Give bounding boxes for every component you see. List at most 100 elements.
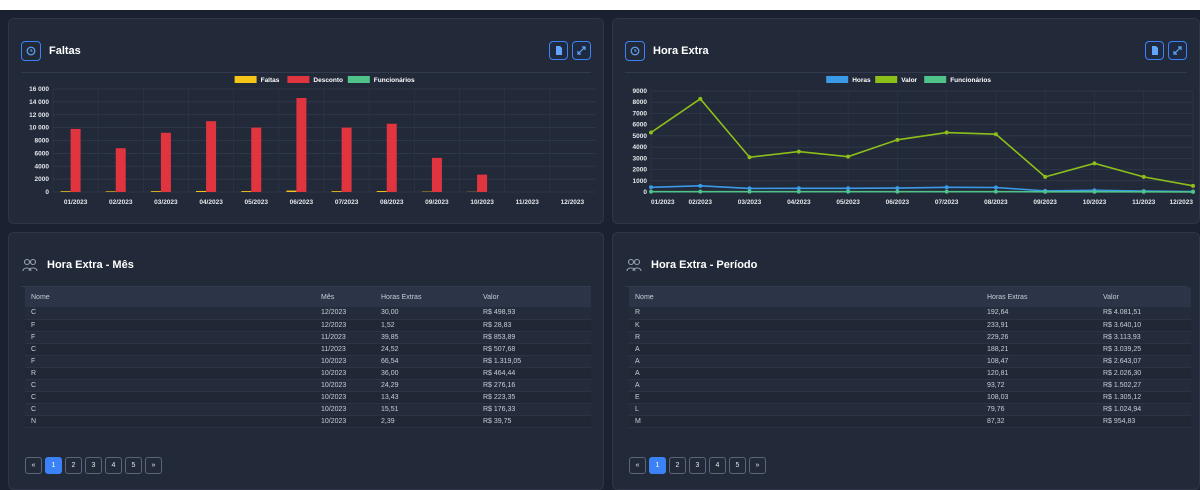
- point-valor[interactable]: [895, 137, 900, 142]
- point-funcionários[interactable]: [944, 189, 949, 194]
- table-row[interactable]: A 120,81 R$ 2.026,30: [629, 367, 1191, 381]
- point-valor[interactable]: [1141, 174, 1146, 179]
- point-valor[interactable]: [698, 96, 703, 101]
- point-horas[interactable]: [649, 185, 653, 190]
- bar-desconto[interactable]: [296, 98, 307, 192]
- table-cell: 108,47: [981, 355, 1097, 368]
- hora-extra-periodo-pagination: «1 2 3 4 5»: [629, 457, 766, 474]
- pagination-page-4[interactable]: 4: [105, 457, 122, 474]
- pagination-next-button[interactable]: »: [145, 457, 162, 474]
- bar-faltas[interactable]: [105, 191, 116, 192]
- column-header[interactable]: Nome: [25, 287, 315, 307]
- point-funcionários[interactable]: [895, 189, 900, 194]
- bar-desconto[interactable]: [251, 127, 262, 192]
- pagination-prev-button[interactable]: «: [629, 457, 646, 474]
- bar-faltas[interactable]: [286, 190, 297, 192]
- column-header[interactable]: Horas Extras: [981, 287, 1097, 307]
- point-valor[interactable]: [747, 155, 752, 160]
- point-funcionários[interactable]: [1191, 189, 1195, 194]
- table-row[interactable]: R 229,26 R$ 3.113,93: [629, 331, 1191, 344]
- pagination-page-3[interactable]: 3: [689, 457, 706, 474]
- bar-faltas[interactable]: [241, 191, 252, 192]
- bar-faltas[interactable]: [60, 191, 71, 192]
- legend-swatch-funcionários[interactable]: [924, 76, 947, 83]
- point-funcionários[interactable]: [698, 189, 703, 194]
- legend-swatch-desconto[interactable]: [287, 76, 310, 83]
- point-funcionários[interactable]: [649, 189, 653, 194]
- table-row[interactable]: R 10/2023 36,00 R$ 464,44: [25, 367, 591, 381]
- pagination-page-2[interactable]: 2: [669, 457, 686, 474]
- table-row[interactable]: C 10/2023 13,43 R$ 223,35: [25, 391, 591, 405]
- legend-swatch-valor[interactable]: [875, 76, 898, 83]
- pagination-page-5[interactable]: 5: [125, 457, 142, 474]
- table-row[interactable]: A 108,47 R$ 2.643,07: [629, 355, 1191, 368]
- hora-extra-periodo-card: Hora Extra - Período Nome Horas Extras Val…: [612, 232, 1200, 490]
- pagination-prev-button[interactable]: «: [25, 457, 42, 474]
- point-valor[interactable]: [944, 130, 949, 135]
- table-row[interactable]: C 10/2023 24,29 R$ 276,16: [25, 379, 591, 393]
- table-row[interactable]: C 10/2023 15,51 R$ 176,33: [25, 403, 591, 417]
- table-row[interactable]: M 87,32 R$ 954,83: [629, 415, 1191, 429]
- point-valor[interactable]: [993, 132, 998, 137]
- column-header[interactable]: Nome: [629, 287, 981, 307]
- point-funcionários[interactable]: [1092, 189, 1097, 194]
- column-header[interactable]: Mês: [315, 287, 375, 307]
- table-row[interactable]: R 192,64 R$ 4.081,51: [629, 307, 1191, 320]
- point-horas[interactable]: [993, 185, 998, 190]
- point-horas[interactable]: [895, 186, 900, 191]
- point-valor[interactable]: [649, 130, 653, 135]
- pagination-page-2[interactable]: 2: [65, 457, 82, 474]
- column-header[interactable]: Horas Extras: [375, 287, 477, 307]
- point-funcionários[interactable]: [796, 189, 801, 194]
- legend-swatch-horas[interactable]: [826, 76, 849, 83]
- table-row[interactable]: A 93,72 R$ 1.502,27: [629, 379, 1191, 393]
- bar-desconto[interactable]: [70, 128, 81, 192]
- faltas-chart: Faltas Desconto Funcionários 0 2000 4000 6000 8…: [29, 76, 595, 206]
- bar-faltas[interactable]: [196, 190, 207, 192]
- point-funcionários[interactable]: [993, 189, 998, 194]
- table-row[interactable]: C 12/2023 30,00 R$ 498,93: [25, 307, 591, 320]
- point-funcionários[interactable]: [1043, 189, 1048, 194]
- bar-desconto[interactable]: [115, 148, 126, 192]
- table-row[interactable]: N 10/2023 2,39 R$ 39,75: [25, 415, 591, 429]
- pagination-next-button[interactable]: »: [749, 457, 766, 474]
- table-row[interactable]: F 10/2023 66,54 R$ 1.319,05: [25, 355, 591, 368]
- bar-desconto[interactable]: [160, 132, 171, 192]
- pagination-page-3[interactable]: 3: [85, 457, 102, 474]
- point-horas[interactable]: [944, 185, 949, 190]
- table-row[interactable]: E 108,03 R$ 1.305,12: [629, 391, 1191, 405]
- bar-faltas[interactable]: [331, 191, 342, 192]
- column-header[interactable]: Valor: [477, 287, 591, 307]
- pagination-page-1[interactable]: 1: [649, 457, 666, 474]
- table-row[interactable]: A 188,21 R$ 3.039,25: [629, 343, 1191, 356]
- table-cell: R: [629, 331, 981, 344]
- x-tick-label: 05/2023: [836, 199, 860, 206]
- point-valor[interactable]: [796, 149, 801, 154]
- point-valor[interactable]: [1043, 174, 1048, 179]
- bar-faltas[interactable]: [376, 191, 387, 192]
- bar-desconto[interactable]: [206, 121, 217, 192]
- table-row[interactable]: L 79,76 R$ 1.024,94: [629, 403, 1191, 417]
- point-funcionários[interactable]: [747, 189, 752, 194]
- point-valor[interactable]: [1092, 161, 1097, 166]
- table-row[interactable]: F 11/2023 39,85 R$ 853,89: [25, 331, 591, 344]
- bar-desconto[interactable]: [341, 127, 352, 192]
- column-header[interactable]: Valor: [1097, 287, 1191, 307]
- point-funcionários[interactable]: [846, 189, 851, 194]
- table-row[interactable]: K 233,91 R$ 3.640,10: [629, 319, 1191, 332]
- point-valor[interactable]: [1191, 183, 1195, 188]
- bar-faltas[interactable]: [150, 191, 161, 192]
- pagination-page-5[interactable]: 5: [729, 457, 746, 474]
- table-row[interactable]: F 12/2023 1,52 R$ 28,83: [25, 319, 591, 332]
- point-horas[interactable]: [698, 183, 703, 188]
- pagination-page-4[interactable]: 4: [709, 457, 726, 474]
- bar-desconto[interactable]: [386, 123, 397, 192]
- bar-desconto[interactable]: [431, 157, 442, 192]
- legend-swatch-faltas[interactable]: [234, 76, 257, 83]
- bar-desconto[interactable]: [477, 174, 488, 192]
- legend-swatch-funcionários[interactable]: [347, 76, 370, 83]
- table-row[interactable]: C 11/2023 24,52 R$ 507,68: [25, 343, 591, 356]
- point-valor[interactable]: [846, 154, 851, 159]
- point-funcionários[interactable]: [1141, 189, 1146, 194]
- pagination-page-1[interactable]: 1: [45, 457, 62, 474]
